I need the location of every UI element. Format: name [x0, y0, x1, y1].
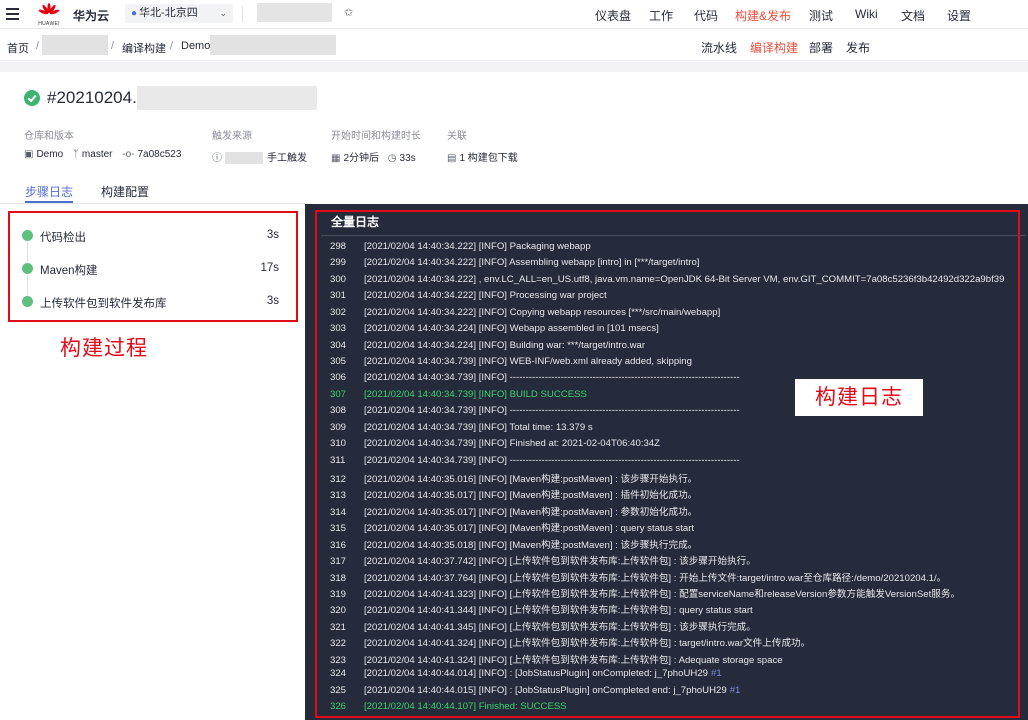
success-check-icon: [24, 90, 40, 106]
calendar-icon: ▦: [331, 153, 341, 164]
region-label: 华北-北京四: [139, 7, 198, 19]
time-label: 开始时间和构建时长: [331, 131, 421, 142]
breadcrumb-home[interactable]: 首页: [7, 40, 29, 56]
build-title-redacted: [137, 86, 317, 110]
trigger-user-redacted: [225, 152, 263, 165]
trigger-type: 手工触发: [267, 153, 307, 164]
breadcrumb: 首页 / / 编译构建 / Demo- 流水线 编译构建 部署 发布: [0, 30, 1028, 61]
tab-step-log[interactable]: 步骤日志: [25, 183, 73, 200]
nav-dashboard[interactable]: 仪表盘: [595, 7, 631, 24]
package-icon: ▤: [447, 153, 457, 164]
steps-highlight-box: [8, 211, 298, 322]
related-info: ▤ 1 构建包下载: [447, 149, 518, 164]
repo-name[interactable]: Demo: [36, 149, 63, 160]
trigger-label: 触发来源: [212, 131, 252, 142]
breadcrumb-job-redacted: [210, 35, 336, 55]
breadcrumb-separator: /: [111, 40, 115, 52]
breadcrumb-separator: /: [36, 40, 40, 52]
log-highlight-box: [315, 210, 1020, 718]
nav-build-release[interactable]: 构建&发布: [735, 7, 791, 24]
nav-docs[interactable]: 文档: [901, 7, 925, 24]
breadcrumb-project-redacted[interactable]: [42, 35, 108, 55]
nav-settings[interactable]: 设置: [947, 7, 971, 24]
logo-wordmark: HUAWEI: [38, 21, 60, 27]
subnav-deploy[interactable]: 部署: [809, 39, 833, 56]
package-download-link[interactable]: 1 构建包下载: [459, 153, 517, 164]
time-info: ▦ 2分钟后 ◷ 33s: [331, 149, 416, 164]
clock-icon: ◷: [387, 153, 397, 164]
build-number: #20210204.1: [47, 88, 147, 107]
section-gap: [0, 62, 1028, 72]
nav-code[interactable]: 代码: [694, 7, 718, 24]
nav-test[interactable]: 测试: [809, 7, 833, 24]
subnav-build[interactable]: 编译构建: [750, 39, 798, 56]
steps-annotation: 构建过程: [60, 337, 148, 360]
chevron-down-icon: ⌄: [219, 8, 227, 18]
star-icon[interactable]: ✩: [344, 6, 353, 19]
subnav-release[interactable]: 发布: [846, 39, 870, 56]
top-navigation-bar: HUAWEI 华为云 ● 华北-北京四 ⌄ ✩ 仪表盘 工作 代码 构建&发布 测…: [0, 0, 1028, 29]
brand-name[interactable]: 华为云: [73, 7, 109, 24]
repo-info: ▣ Demo ᛉ master -o- 7a08c523: [24, 149, 181, 160]
subnav-pipeline[interactable]: 流水线: [701, 39, 737, 56]
repo-label: 仓库和版本: [24, 131, 74, 142]
nav-wiki[interactable]: Wiki: [855, 7, 878, 21]
start-time: 2分钟后: [343, 153, 380, 164]
nav-work[interactable]: 工作: [649, 7, 673, 24]
branch-icon: ᛉ: [72, 149, 79, 160]
related-label: 关联: [447, 131, 467, 142]
build-duration: 33s: [399, 153, 416, 164]
tab-divider: [0, 203, 305, 204]
region-selector[interactable]: ● 华北-北京四 ⌄: [125, 4, 233, 23]
breadcrumb-section[interactable]: 编译构建: [122, 40, 166, 56]
repo-icon: ▣: [24, 149, 34, 160]
location-pin-icon: ●: [131, 8, 138, 19]
branch-name[interactable]: master: [82, 149, 113, 160]
log-annotation: 构建日志: [795, 379, 923, 416]
divider: [242, 6, 243, 22]
commit-id[interactable]: 7a08c523: [138, 149, 182, 160]
menu-icon[interactable]: [6, 8, 19, 20]
tab-build-config[interactable]: 构建配置: [101, 183, 149, 200]
breadcrumb-separator: /: [170, 40, 174, 52]
trigger-info: ⓘ 手工触发: [212, 149, 307, 165]
huawei-logo[interactable]: HUAWEI: [35, 3, 63, 27]
project-selector[interactable]: [257, 3, 332, 22]
trigger-icon: ⓘ: [212, 153, 222, 164]
commit-icon: -o-: [122, 149, 135, 160]
